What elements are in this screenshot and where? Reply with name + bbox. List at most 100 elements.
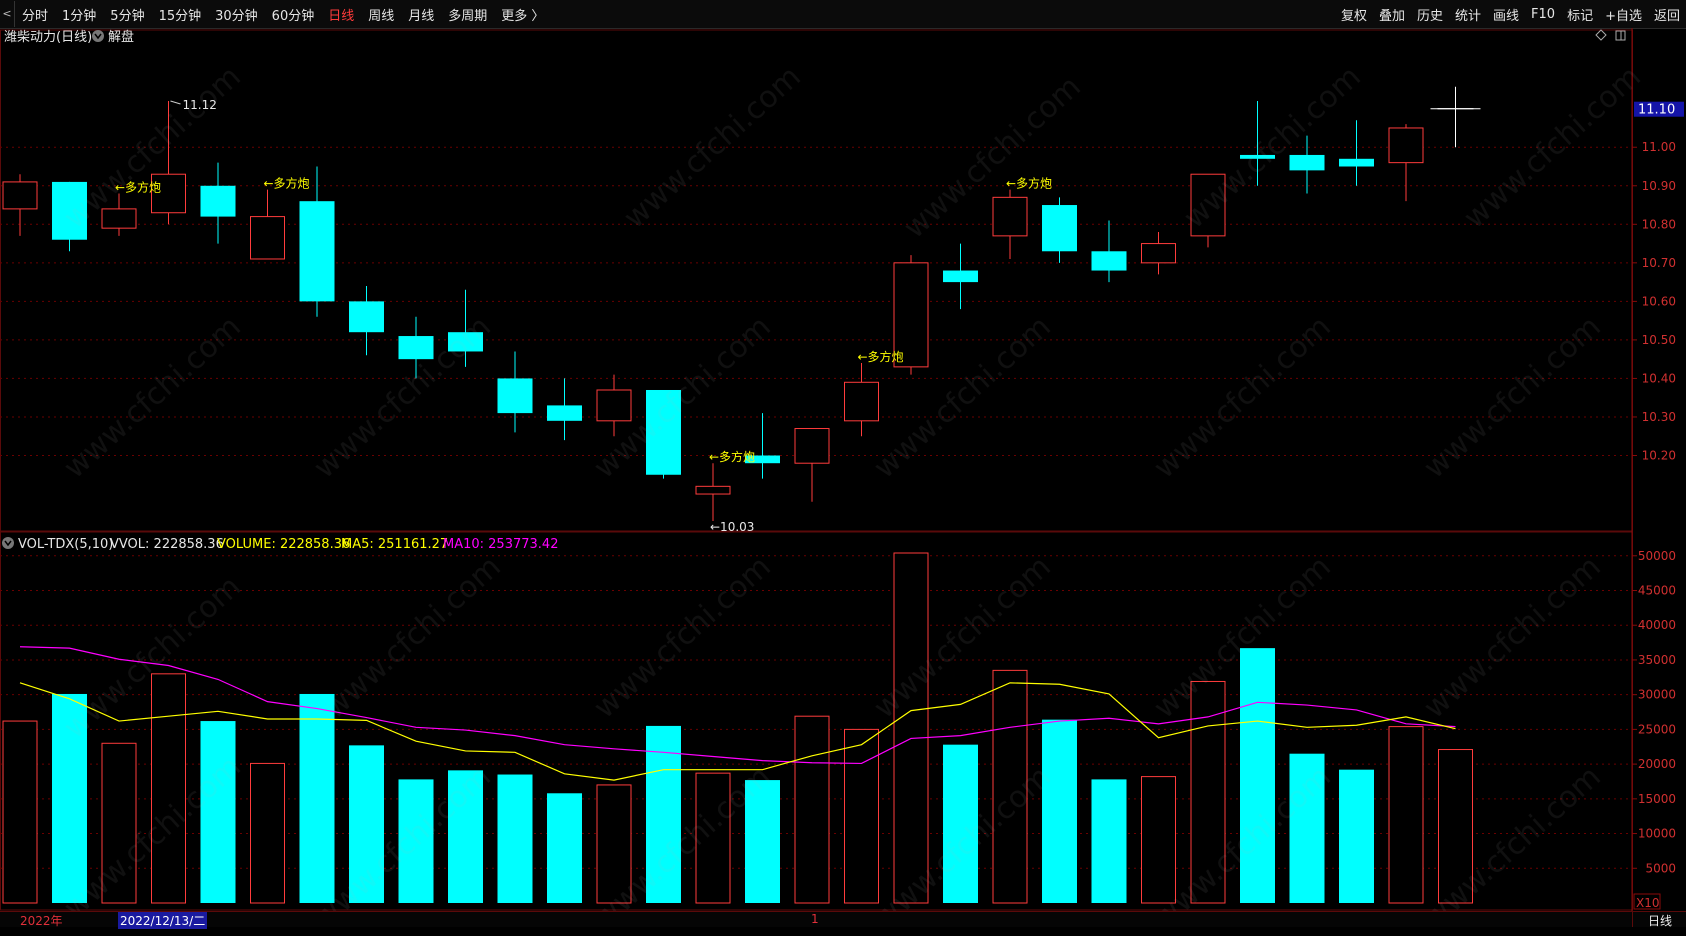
candle [547,378,582,441]
toolbar-button-3[interactable]: 统计 [1449,5,1487,24]
volume-bar [101,742,137,904]
signal-label: ←多方炮 [264,176,310,191]
price-axis-label: 10.60 [1642,294,1676,308]
candle-body [398,336,434,360]
price-axis-label: 10.30 [1642,410,1676,424]
candle-body [250,216,285,260]
candle-body [943,270,978,283]
diamond-icon [1595,29,1607,41]
candle-body [596,389,632,422]
volume-bar [943,744,978,903]
volume-bar [1339,769,1374,903]
volume-bar [547,793,582,903]
high-pointer [170,100,181,105]
volume-axis-label: 5000 [1645,861,1676,875]
candle [596,374,632,437]
volume-bar [1438,749,1473,904]
candle [2,174,38,236]
date-bar: 2022年 2022/12/13/二 1 日线 [0,911,1686,929]
volume-value: VOLUME: 222858.36 [217,537,350,552]
candle [943,243,978,310]
candle [52,181,87,252]
price-axis-label: 10.20 [1642,448,1676,462]
toolbar-button-2[interactable]: 历史 [1411,5,1449,24]
toolbar-button-4[interactable]: 画线 [1487,5,1525,24]
volume-axis-label: 50000 [1638,549,1676,563]
candle [794,428,830,502]
stock-title: 潍柴动力(日线) [4,30,92,45]
volume-bar [1388,726,1424,904]
price-axis-label: 10.50 [1642,333,1676,347]
period-label: 日线 [1647,914,1672,928]
cursor-date-label: 2022/12/13/二 [118,912,208,929]
toolbar-button-7[interactable]: +自选 [1599,5,1648,24]
volume-bar [200,721,236,903]
candle-body [1289,154,1325,171]
candle-body [1388,127,1424,164]
kline-chart[interactable]: 11.00 10.90 10.80 10.70 10.60 10.50 10.40 10.30… [0,28,1686,911]
ma10-value: MA10: 253773.42 [443,537,558,552]
candle [349,285,384,356]
back-arrow-icon[interactable]: < [0,1,15,27]
current-price-label: 11.10 [1638,103,1675,118]
toolbar-button-8[interactable]: 返回 [1648,5,1686,24]
candle [1240,101,1275,186]
candle-body [299,201,335,302]
period-tab-1[interactable]: 1分钟 [55,5,103,24]
candle [1190,173,1226,248]
volume-bar [398,779,434,903]
period-tab-9[interactable]: 多周期 [441,5,494,24]
candle-body [349,301,384,333]
period-tab-6[interactable]: 日线 [321,5,361,24]
price-axis-label: 10.40 [1642,371,1676,385]
candle-body [200,185,236,217]
analysis-button: 解盘 [108,29,134,45]
price-axis-label: 11.00 [1642,140,1676,154]
candle [1388,124,1424,202]
volume-axis-label: 30000 [1638,688,1676,702]
year-label: 2022年 [20,914,63,928]
toolbar-button-1[interactable]: 叠加 [1373,5,1411,24]
period-tab-5[interactable]: 60分钟 [265,5,322,24]
volume-indicator-name: VOL-TDX(5,10) [18,537,113,552]
toolbar-button-6[interactable]: 标记 [1561,5,1599,24]
candle-body [794,428,830,464]
candle-body [992,196,1028,237]
vvol-value: VVOL: 222858.36 [110,537,224,552]
candle [101,193,137,236]
candle [695,463,731,521]
candle [1289,135,1325,194]
candle [497,351,533,433]
period-tab-2[interactable]: 5分钟 [103,5,151,24]
candle-body [1190,173,1226,237]
candle-body [101,208,137,229]
period-tab-0[interactable]: 分时 [15,5,55,24]
candle [448,289,483,367]
volume-bar [448,770,483,903]
period-tab-7[interactable]: 周线 [361,5,401,24]
volume-bar [695,772,731,904]
volume-bar [349,745,384,903]
volume-bar [1190,680,1226,904]
function-buttons: 复权 叠加 历史 统计 画线 F10 标记 +自选 返回 [1335,0,1686,28]
period-tab-4[interactable]: 30分钟 [208,5,265,24]
period-tab-8[interactable]: 月线 [401,5,441,24]
candle-body [1339,158,1374,167]
toolbar-button-0[interactable]: 复权 [1335,5,1373,24]
period-tab-3[interactable]: 15分钟 [152,5,209,24]
volume-bar [2,720,38,904]
candle [745,413,780,479]
axis-separator [1632,912,1633,927]
signal-label: ←多方炮 [709,449,755,464]
price-axis-label: 10.80 [1642,217,1676,231]
candle-body [497,378,533,414]
period-tab-10[interactable]: 更多 〉 [494,5,551,24]
volume-bar [1091,779,1127,903]
signal-label: ←多方炮 [858,349,904,364]
volume-bar [52,693,87,903]
volume-bar [497,774,533,903]
candle [992,189,1028,259]
low-price-label: ←10.03 [710,520,754,534]
month-marker: 1 [811,912,819,926]
toolbar-button-5[interactable]: F10 [1525,7,1561,22]
